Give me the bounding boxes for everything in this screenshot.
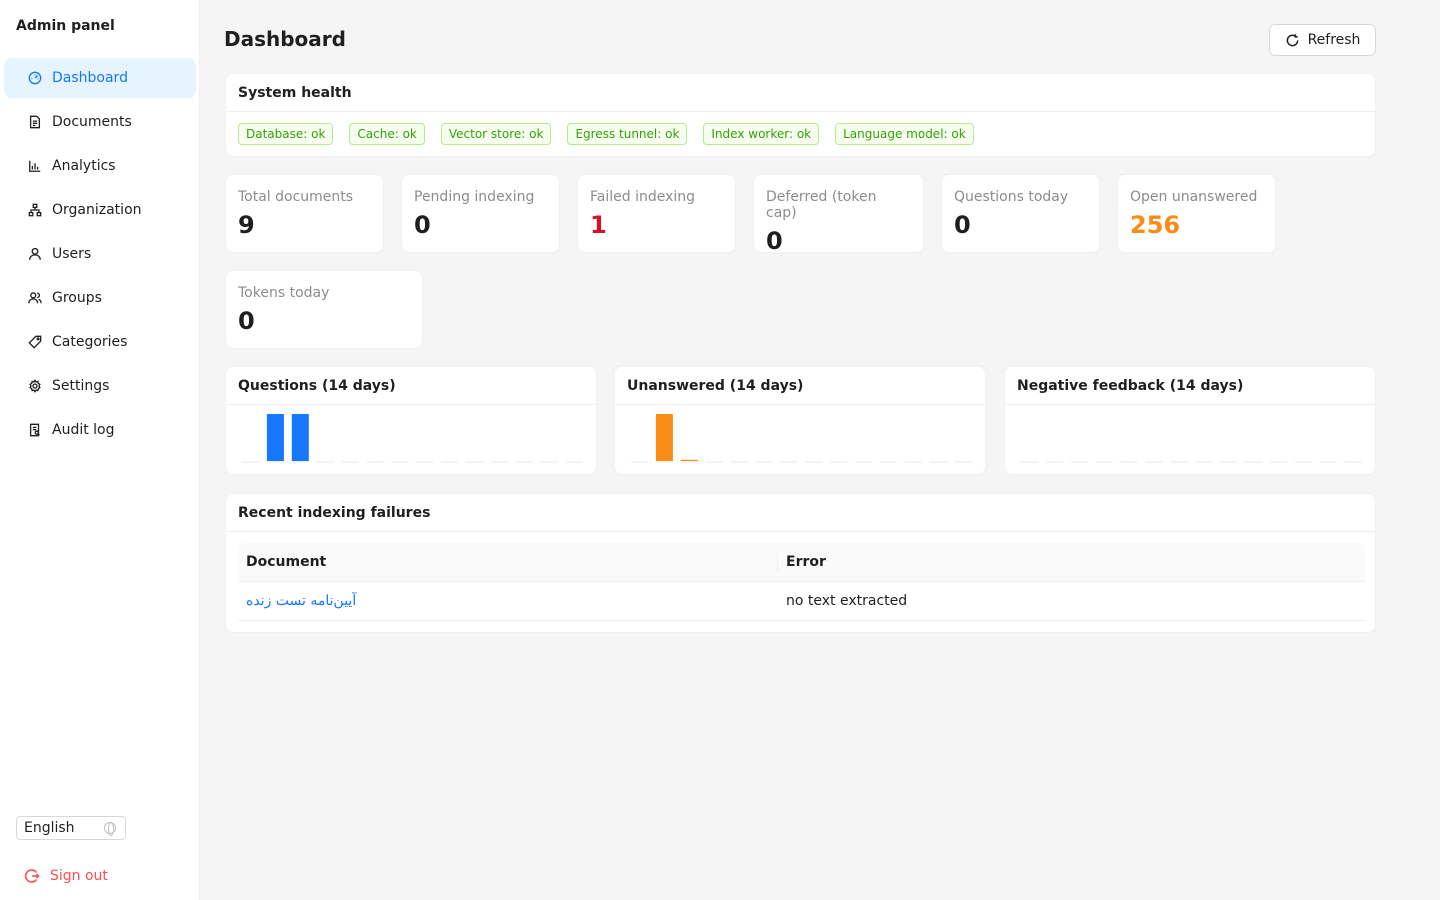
stat-label: Deferred (token cap): [766, 189, 877, 221]
tag-icon: [26, 333, 44, 351]
chart-title: Negative feedback (14 days): [1005, 367, 1375, 405]
health-tag-language-model: Language model: ok: [835, 123, 974, 145]
health-tag-egress-tunnel: Egress tunnel: ok: [567, 123, 688, 145]
sidebar-item-analytics[interactable]: Analytics: [4, 146, 196, 186]
stat-value: 0: [414, 211, 431, 239]
sidebar-item-label: Users: [52, 246, 92, 262]
team-icon: [26, 289, 44, 307]
refresh-label: Refresh: [1307, 32, 1361, 48]
page-title: Dashboard: [224, 27, 346, 51]
reload-icon: [1286, 33, 1298, 46]
sidebar-item-groups[interactable]: Groups: [4, 278, 196, 318]
chart-title: Unanswered (14 days): [615, 367, 985, 405]
chart-bar: [266, 414, 284, 461]
error-cell: no text extracted: [786, 593, 908, 609]
chart-bar: [655, 414, 673, 461]
sign-out-label: Sign out: [50, 868, 108, 884]
sidebar-item-label: Dashboard: [52, 70, 128, 86]
sidebar-item-label: Audit log: [52, 422, 115, 438]
sidebar-item-label: Groups: [52, 290, 102, 306]
chart-title: Questions (14 days): [226, 367, 596, 405]
stat-total-documents: Total documents 9: [225, 174, 384, 253]
gear-icon: [26, 377, 44, 395]
stat-label: Tokens today: [238, 285, 330, 301]
user-icon: [26, 245, 44, 263]
org-chart-icon: [26, 201, 44, 219]
audit-icon: [26, 421, 44, 439]
stat-value: 1: [590, 211, 607, 239]
health-tag-database: Database: ok: [238, 123, 334, 145]
sidebar-item-categories[interactable]: Categories: [4, 322, 196, 362]
stat-label: Total documents: [238, 189, 354, 205]
language-value: English: [24, 820, 75, 836]
stat-label: Open unanswered: [1130, 189, 1258, 205]
sidebar: Admin panel Dashboard Documents Analytic…: [0, 0, 200, 900]
chart-bar: [291, 414, 309, 461]
language-select[interactable]: English: [16, 816, 126, 840]
column-header-document: Document: [238, 543, 778, 581]
sidebar-item-organization[interactable]: Organization: [4, 190, 196, 230]
document-cell: آیین‌نامه تست زنده: [238, 582, 778, 620]
stat-failed-indexing: Failed indexing 1: [577, 174, 736, 253]
negative-feedback-chart: [1021, 461, 1362, 463]
stat-value: 9: [238, 211, 255, 239]
table-row: آیین‌نامه تست زنده no text extracted: [238, 582, 1365, 621]
logout-icon: [24, 869, 40, 883]
globe-icon: [104, 822, 116, 836]
stat-label: Failed indexing: [590, 189, 696, 205]
sign-out-button[interactable]: Sign out: [24, 864, 108, 888]
stat-label: Pending indexing: [414, 189, 535, 205]
dashboard-icon: [26, 69, 44, 87]
refresh-button[interactable]: Refresh: [1269, 24, 1376, 56]
health-tag-index-worker: Index worker: ok: [703, 123, 820, 145]
health-tag-cache: Cache: ok: [349, 123, 425, 145]
sidebar-item-dashboard[interactable]: Dashboard: [4, 58, 196, 98]
chart-bar: [680, 459, 698, 461]
sidebar-item-label: Analytics: [52, 158, 116, 174]
negative-feedback-chart-card: Negative feedback (14 days): [1004, 366, 1376, 475]
document-icon: [26, 113, 44, 131]
sidebar-item-documents[interactable]: Documents: [4, 102, 196, 142]
stat-open-unanswered: Open unanswered 256: [1117, 174, 1276, 253]
stat-questions-today: Questions today 0: [941, 174, 1100, 253]
unanswered-chart-card: Unanswered (14 days): [614, 366, 986, 475]
sidebar-item-label: Settings: [52, 378, 110, 394]
sidebar-item-settings[interactable]: Settings: [4, 366, 196, 406]
health-tags: Database: ok Cache: ok Vector store: ok …: [226, 112, 1375, 156]
brand-title: Admin panel: [16, 18, 115, 34]
column-header-error: Error: [786, 554, 826, 570]
indexing-failures-card: Recent indexing failures Document Error …: [225, 493, 1376, 633]
stat-value: 256: [1130, 211, 1181, 239]
questions-chart-card: Questions (14 days): [225, 366, 597, 475]
sidebar-item-label: Categories: [52, 334, 128, 350]
bar-chart-icon: [26, 157, 44, 175]
stat-deferred-token-cap: Deferred (token cap) 0: [753, 174, 924, 255]
document-link[interactable]: آیین‌نامه تست زنده: [246, 593, 356, 609]
system-health-card: System health Database: ok Cache: ok Vec…: [225, 73, 1376, 157]
sidebar-nav: Dashboard Documents Analytics Organizati…: [4, 58, 196, 454]
stat-value: 0: [238, 307, 255, 335]
failures-table: Document Error آیین‌نامه تست زنده no tex…: [238, 543, 1365, 621]
stat-tokens-today: Tokens today 0: [225, 270, 423, 349]
questions-chart: [242, 414, 583, 463]
table-header: Document Error: [238, 543, 1365, 582]
unanswered-chart: [631, 414, 972, 463]
sidebar-item-label: Organization: [52, 202, 142, 218]
stat-value: 0: [766, 227, 783, 255]
health-tag-vector-store: Vector store: ok: [440, 123, 552, 145]
stat-label: Questions today: [954, 189, 1069, 205]
sidebar-item-audit-log[interactable]: Audit log: [4, 410, 196, 450]
sidebar-item-label: Documents: [52, 114, 132, 130]
stat-pending-indexing: Pending indexing 0: [401, 174, 560, 253]
sidebar-item-users[interactable]: Users: [4, 234, 196, 274]
indexing-failures-title: Recent indexing failures: [226, 494, 1375, 532]
system-health-title: System health: [226, 74, 1375, 112]
stat-value: 0: [954, 211, 971, 239]
